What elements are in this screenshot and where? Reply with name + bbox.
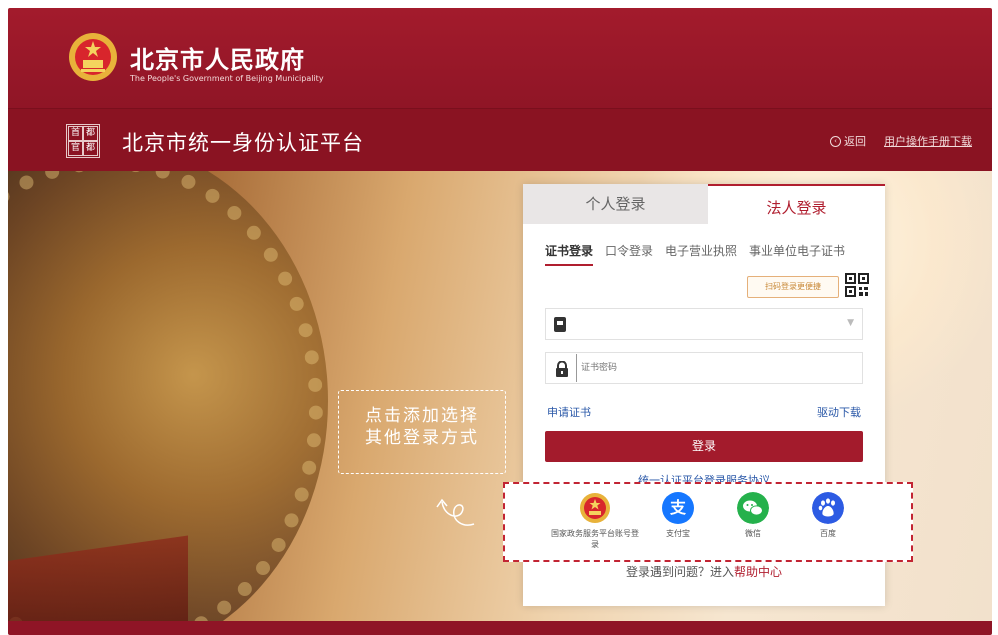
other-login-methods: 国家政务服务平台账号登录 支 支付宝 微信 百度 bbox=[503, 482, 913, 562]
logo-char: 首 bbox=[68, 126, 83, 141]
wechat-icon bbox=[737, 492, 769, 524]
logo-char: 都 bbox=[83, 141, 98, 156]
baidu-icon bbox=[812, 492, 844, 524]
gov-title: 北京市人民政府 bbox=[130, 46, 305, 74]
usb-key-icon bbox=[554, 317, 566, 332]
apply-cert-link[interactable]: 申请证书 bbox=[547, 404, 591, 420]
chevron-down-icon: ▼ bbox=[847, 318, 854, 328]
cert-password-field bbox=[545, 352, 863, 384]
tab-personal-login[interactable]: 个人登录 bbox=[523, 184, 718, 224]
platform-logo: 首 都 官 都 bbox=[66, 124, 100, 158]
tab-legal-login[interactable]: 法人登录 bbox=[708, 184, 885, 224]
help-prefix: 登录遇到问题？进入 bbox=[625, 565, 734, 579]
hint-line2: 其他登录方式 bbox=[365, 428, 479, 448]
hint-arrow-icon bbox=[436, 498, 475, 526]
footer-bar bbox=[8, 621, 992, 635]
alipay-icon: 支 bbox=[662, 492, 694, 524]
login-option-national-platform[interactable]: 国家政务服务平台账号登录 bbox=[550, 492, 640, 550]
national-emblem-icon bbox=[580, 493, 610, 523]
help-line: 登录遇到问题？进入帮助中心 bbox=[523, 563, 885, 580]
qr-code-icon[interactable] bbox=[845, 273, 869, 297]
back-icon: ‹ bbox=[830, 135, 841, 147]
platform-header: 首 都 官 都 北京市统一身份认证平台 ‹ 返回 用户操作手册下载 bbox=[8, 108, 992, 171]
login-option-label: 国家政务服务平台账号登录 bbox=[551, 529, 639, 549]
hint-line1: 点击添加选择 bbox=[365, 406, 479, 426]
help-center-link[interactable]: 帮助中心 bbox=[734, 565, 782, 579]
logo-char: 都 bbox=[83, 126, 98, 141]
subtab-password-login[interactable]: 口令登录 bbox=[605, 242, 653, 266]
back-label: 返回 bbox=[844, 135, 866, 148]
manual-download-link[interactable]: 用户操作手册下载 bbox=[884, 133, 972, 149]
login-tabs: 个人登录 法人登录 bbox=[523, 184, 885, 224]
cert-select[interactable]: ▼ bbox=[545, 308, 863, 340]
subtab-cert-login[interactable]: 证书登录 bbox=[545, 242, 594, 266]
login-method-tabs: 证书登录 口令登录 电子营业执照 事业单位电子证书 bbox=[545, 242, 845, 266]
driver-download-link[interactable]: 驱动下载 bbox=[817, 404, 861, 420]
back-link[interactable]: ‹ 返回 bbox=[830, 133, 866, 149]
top-banner: 北京市人民政府 The People's Government of Beiji… bbox=[8, 8, 992, 108]
platform-title: 北京市统一身份认证平台 bbox=[122, 131, 364, 155]
login-option-label: 百度 bbox=[820, 529, 836, 538]
page-frame: 北京市人民政府 The People's Government of Beiji… bbox=[8, 8, 992, 635]
subtab-business-license[interactable]: 电子营业执照 bbox=[665, 242, 737, 266]
login-option-baidu[interactable]: 百度 bbox=[783, 492, 873, 539]
logo-char: 官 bbox=[68, 141, 83, 156]
gov-subtitle: The People's Government of Beijing Munic… bbox=[130, 74, 324, 83]
hint-box: 点击添加选择 其他登录方式 bbox=[338, 390, 506, 474]
cert-password-input[interactable] bbox=[576, 354, 856, 382]
login-button[interactable]: 登录 bbox=[545, 431, 863, 462]
national-emblem-icon bbox=[69, 33, 117, 81]
lock-icon bbox=[556, 361, 568, 377]
subtab-institution-cert[interactable]: 事业单位电子证书 bbox=[749, 242, 845, 266]
qr-tip-badge: 扫码登录更便捷 bbox=[747, 276, 839, 298]
